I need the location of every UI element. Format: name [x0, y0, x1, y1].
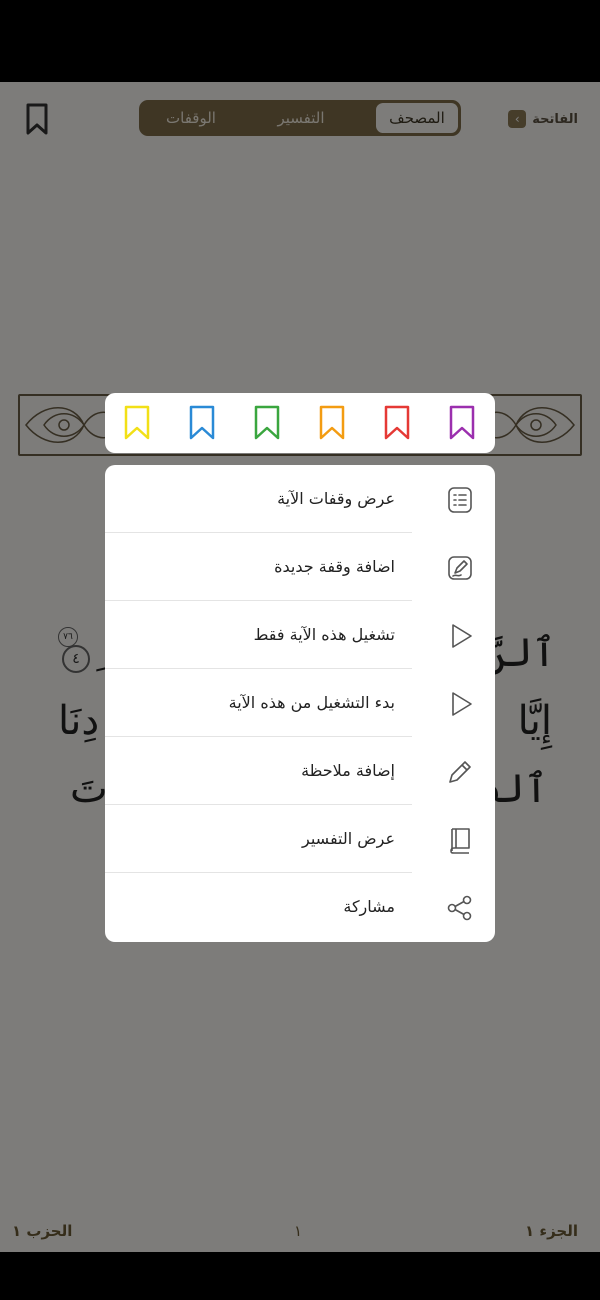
menu-item-play-from-ayah[interactable]: بدء التشغيل من هذه الآية: [105, 669, 495, 737]
menu-item-view-waqafat[interactable]: عرض وقفات الآية: [105, 465, 495, 533]
share-icon: [445, 893, 475, 923]
list-doc-icon: [445, 485, 475, 515]
menu-item-add-note[interactable]: إضافة ملاحظة: [105, 737, 495, 805]
bookmark-green-icon[interactable]: [252, 405, 282, 441]
system-nav-bar: [0, 1252, 600, 1300]
pencil-icon: [445, 757, 475, 787]
book-icon: [445, 825, 475, 855]
status-bar: [0, 0, 600, 82]
menu-label: اضافة وقفة جديدة: [274, 557, 395, 576]
menu-label: تشغيل هذه الآية فقط: [253, 625, 395, 644]
menu-label: عرض التفسير: [302, 829, 395, 848]
bookmark-purple-icon[interactable]: [447, 405, 477, 441]
menu-item-share[interactable]: مشاركة: [105, 873, 495, 941]
menu-item-play-ayah-only[interactable]: تشغيل هذه الآية فقط: [105, 601, 495, 669]
menu-label: عرض وقفات الآية: [277, 489, 395, 508]
ayah-context-menu: عرض وقفات الآية اضافة وقفة جديدة تشغيل ه…: [105, 465, 495, 942]
menu-item-view-tafsir[interactable]: عرض التفسير: [105, 805, 495, 873]
color-bookmark-bar: [105, 393, 495, 453]
play-icon: [445, 689, 475, 719]
bookmark-orange-icon[interactable]: [317, 405, 347, 441]
play-icon: [445, 621, 475, 651]
menu-label: مشاركة: [343, 897, 395, 916]
bookmark-blue-icon[interactable]: [187, 405, 217, 441]
bookmark-red-icon[interactable]: [382, 405, 412, 441]
add-note-icon: [445, 553, 475, 583]
bookmark-yellow-icon[interactable]: [122, 405, 152, 441]
menu-item-add-waqfa[interactable]: اضافة وقفة جديدة: [105, 533, 495, 601]
menu-label: إضافة ملاحظة: [301, 761, 395, 780]
menu-label: بدء التشغيل من هذه الآية: [228, 693, 395, 712]
